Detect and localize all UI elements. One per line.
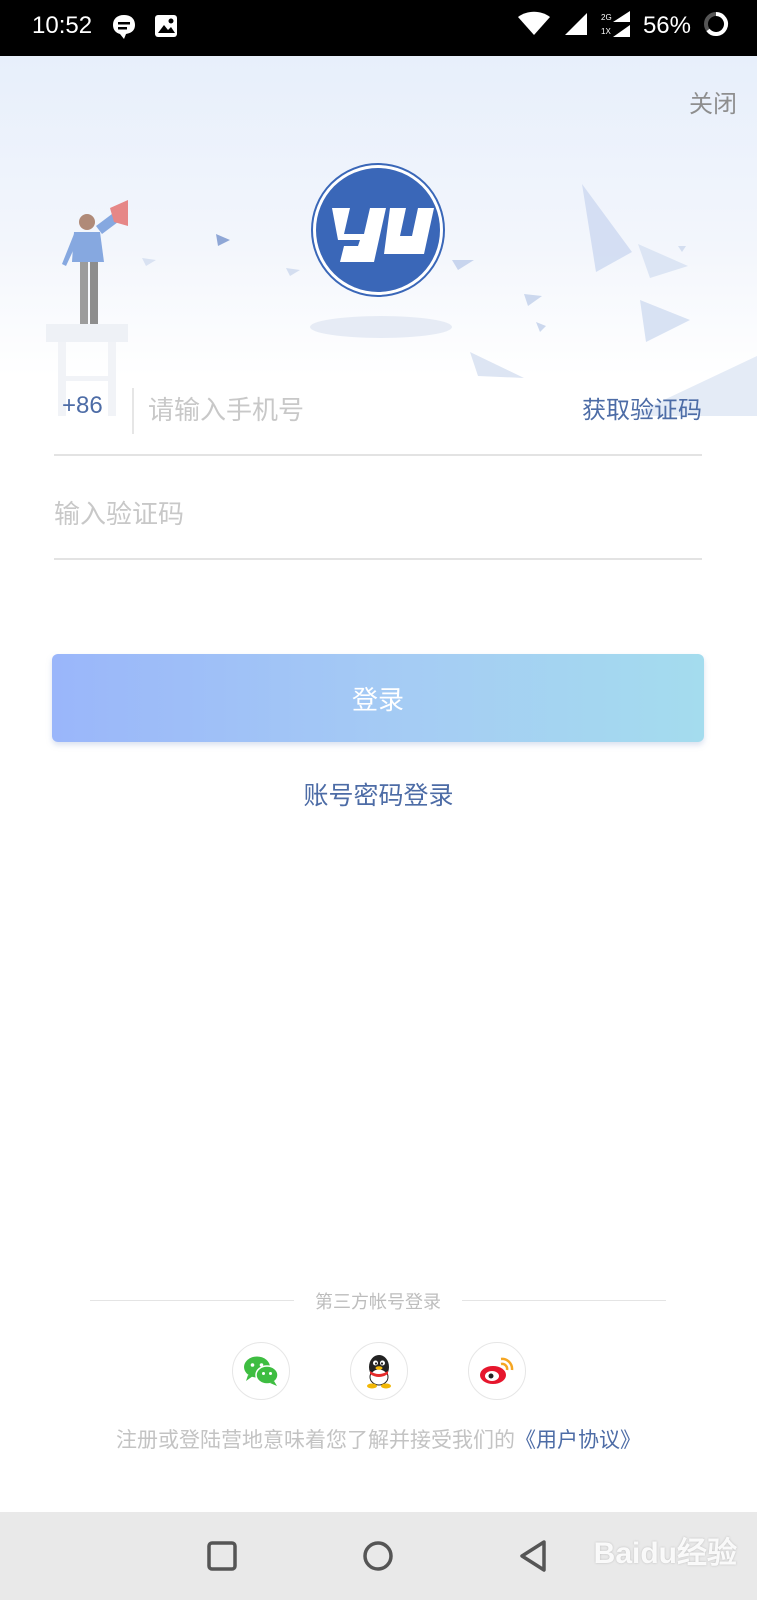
back-icon xyxy=(520,1540,546,1572)
home-button[interactable] xyxy=(358,1536,398,1576)
recent-apps-button[interactable] xyxy=(202,1536,242,1576)
qq-login-button[interactable] xyxy=(350,1342,408,1400)
weibo-icon xyxy=(480,1357,514,1384)
wechat-login-button[interactable] xyxy=(232,1342,290,1400)
app-logo xyxy=(311,163,445,297)
battery-ring-icon xyxy=(703,11,729,41)
third-party-header: 第三方帐号登录 xyxy=(90,1288,666,1313)
close-button[interactable]: 关闭 xyxy=(689,84,737,119)
user-agreement-text: 注册或登陆营地意味着您了解并接受我们的《用户协议》 xyxy=(0,1424,757,1454)
wifi-icon xyxy=(517,11,551,41)
verification-code-input[interactable] xyxy=(54,490,654,538)
status-bar: 10:52 2G 1X 56% xyxy=(0,0,757,56)
phone-input[interactable] xyxy=(148,386,528,434)
agreement-prefix: 注册或登陆营地意味着您了解并接受我们的 xyxy=(116,1428,515,1452)
chat-bubble-icon xyxy=(112,14,136,44)
status-notification-icons xyxy=(112,14,178,44)
password-login-link[interactable]: 账号密码登录 xyxy=(0,776,757,812)
status-time: 10:52 xyxy=(32,12,93,39)
svg-text:2G: 2G xyxy=(601,13,612,22)
logo-shadow xyxy=(310,316,452,338)
back-button[interactable] xyxy=(514,1536,554,1576)
get-code-button[interactable]: 获取验证码 xyxy=(582,390,702,425)
third-party-title: 第三方帐号登录 xyxy=(315,1292,441,1313)
code-row xyxy=(54,470,702,560)
recent-apps-icon xyxy=(207,1541,237,1571)
image-icon xyxy=(154,14,178,44)
phone-row: +86 获取验证码 xyxy=(54,366,702,456)
signal-icon xyxy=(563,11,589,41)
field-divider xyxy=(132,388,134,434)
country-code-selector[interactable]: +86 xyxy=(62,392,103,420)
battery-percent: 56% xyxy=(642,12,691,39)
status-system-icons: 2G 1X 56% xyxy=(517,10,729,42)
qq-icon xyxy=(367,1355,391,1389)
divider-line-right xyxy=(462,1300,666,1301)
svg-text:1X: 1X xyxy=(601,27,611,36)
home-icon xyxy=(363,1541,393,1571)
dual-signal-icon: 2G 1X xyxy=(601,10,631,42)
login-button[interactable]: 登录 xyxy=(52,654,704,742)
watermark-logo: Baidu经验 xyxy=(593,1537,737,1570)
weibo-login-button[interactable] xyxy=(468,1342,526,1400)
wechat-icon xyxy=(244,1356,279,1386)
third-party-icons xyxy=(232,1342,526,1400)
user-agreement-link[interactable]: 《用户协议》 xyxy=(515,1428,641,1452)
